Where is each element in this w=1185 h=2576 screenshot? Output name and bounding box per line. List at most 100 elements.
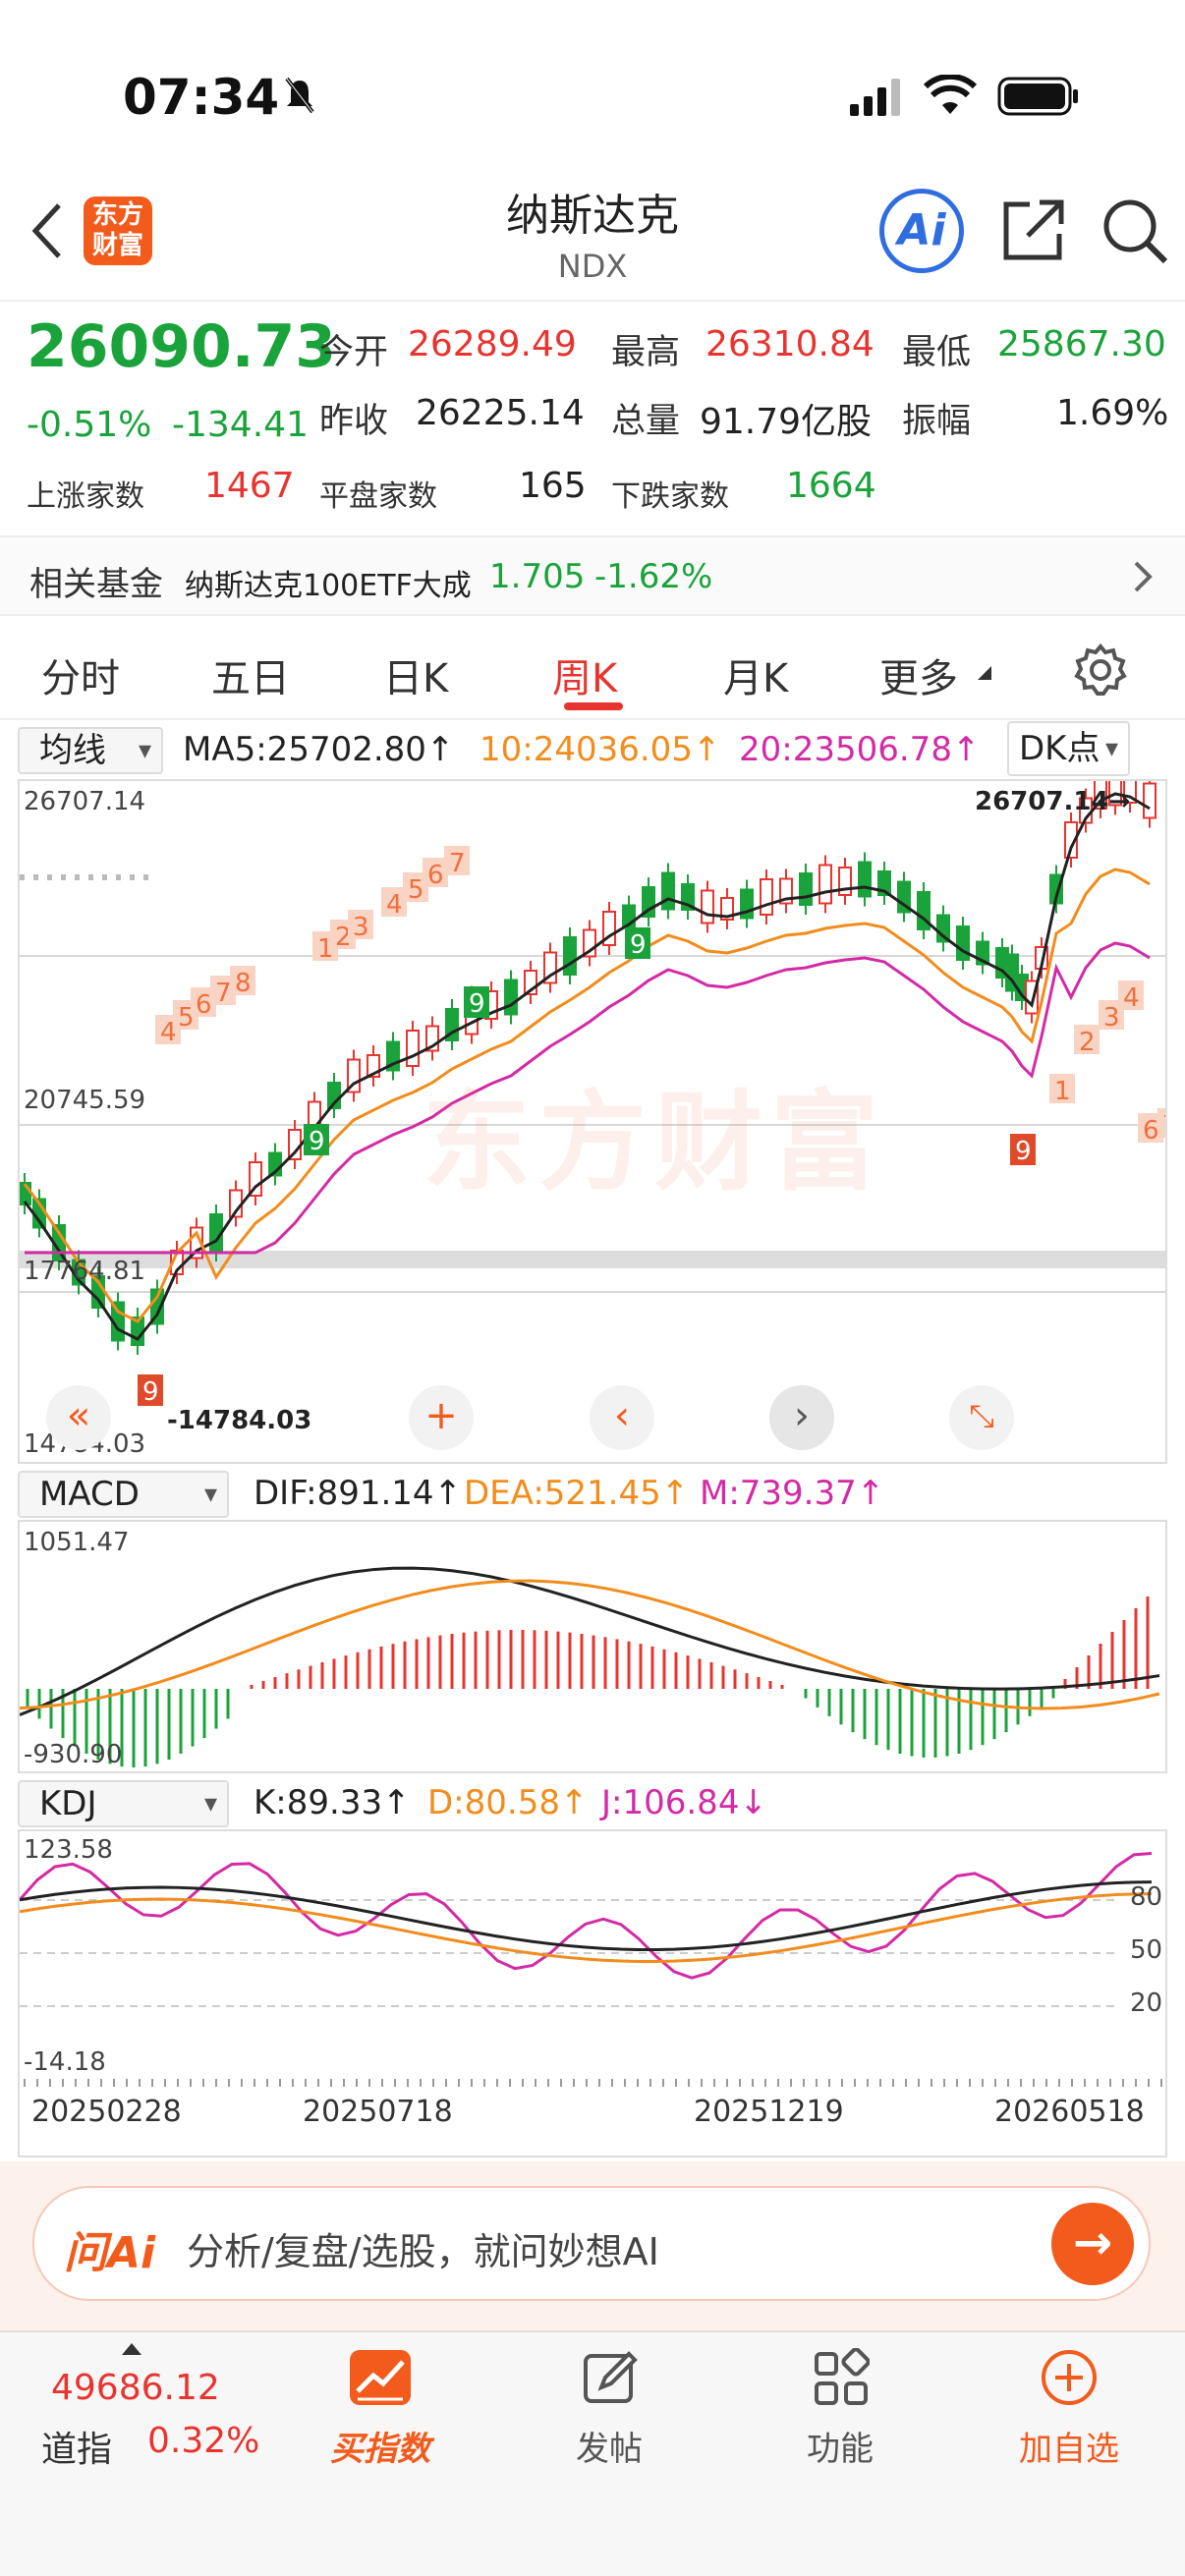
tab-minute[interactable]: 分时 <box>41 646 120 703</box>
macd-max-label: 1051.47 <box>24 1528 130 1557</box>
ai-button[interactable]: Ai <box>879 189 964 273</box>
candle <box>661 871 675 911</box>
dk-point-button[interactable]: DK点 <box>1007 721 1130 776</box>
status-time: 07:34 <box>123 69 280 126</box>
candle <box>1143 782 1157 819</box>
high-label: 最高 <box>611 333 681 372</box>
kdj-50-label: 50 <box>1130 1935 1163 1965</box>
add-watchlist-button[interactable]: 加自选 <box>1005 2348 1133 2470</box>
function-button[interactable]: 功能 <box>776 2347 904 2470</box>
down-count-label: 下跌家数 <box>611 479 729 514</box>
trend-chart-icon <box>350 2350 411 2405</box>
td-number: 1 <box>1054 1077 1071 1106</box>
td-number: 8 <box>235 969 252 998</box>
open-value: 26289.49 <box>408 324 577 364</box>
buy-index-button[interactable]: 买指数 <box>316 2348 444 2470</box>
ai-go-arrow-icon[interactable]: → <box>1051 2203 1134 2285</box>
td-number: 2 <box>1079 1028 1096 1057</box>
td-number: 7 <box>215 979 232 1008</box>
kdj-panel[interactable]: 123.58 -14.18 80 50 20 <box>18 1829 1167 2089</box>
prev-close-label: 昨收 <box>319 402 389 441</box>
signal-icon <box>850 79 900 116</box>
ai-search-input[interactable]: 问Ai 分析/复盘/选股，就问妙想AI <box>32 2186 1151 2301</box>
kline-panel[interactable]: 45678123456712346799999 东方财富 26707.14 20… <box>18 779 1167 1464</box>
kline-max-marker: 26707.14→ <box>975 787 1131 816</box>
td-number: 4 <box>1123 983 1140 1013</box>
prev-close-value: 26225.14 <box>416 393 585 433</box>
function-label: 功能 <box>807 2430 874 2469</box>
down-count-value: 1664 <box>786 466 876 506</box>
search-icon[interactable] <box>1100 196 1169 265</box>
mute-icon <box>285 77 314 114</box>
kdj-d: D:80.58↑ <box>427 1783 589 1822</box>
candle <box>760 878 773 916</box>
ticker-caret-icon <box>122 2343 141 2355</box>
tab-weekly-k[interactable]: 周K <box>552 646 617 703</box>
kdj-80-label: 80 <box>1130 1882 1163 1912</box>
settings-gear-icon[interactable] <box>1073 643 1128 698</box>
high-value: 26310.84 <box>705 324 875 364</box>
dow-name[interactable]: 道指 <box>41 2421 112 2472</box>
td-number: 6 <box>427 861 444 890</box>
date-label-2: 20250718 <box>303 2095 453 2129</box>
candle <box>563 936 577 976</box>
td-number: 4 <box>386 890 403 920</box>
amplitude-label: 振幅 <box>902 402 972 441</box>
macd-select[interactable]: MACD <box>18 1471 229 1518</box>
td-number: 6 <box>1143 1116 1159 1146</box>
td-9-number: 9 <box>469 989 485 1019</box>
status-bar: 07:34 <box>0 0 1185 177</box>
chart-next-button[interactable]: › <box>769 1385 834 1450</box>
candle <box>956 925 970 961</box>
td-9-number: 9 <box>630 930 647 960</box>
date-label-1: 20250228 <box>31 2095 182 2129</box>
post-label: 发帖 <box>576 2430 643 2469</box>
tab-monthly-k[interactable]: 月K <box>723 646 788 703</box>
td-number: 3 <box>353 913 369 942</box>
td-number: 5 <box>408 875 424 905</box>
share-icon[interactable] <box>1000 196 1067 263</box>
ma-select[interactable]: 均线 <box>18 727 163 774</box>
plus-circle-icon <box>1042 2350 1097 2405</box>
dow-pct[interactable]: 0.32% <box>147 2421 259 2461</box>
date-label-3: 20251219 <box>694 2095 844 2129</box>
kline-min-marker: -14784.03 <box>167 1406 312 1435</box>
macd-panel[interactable]: 1051.47 -930.90 <box>18 1520 1167 1773</box>
flat-count-value: 165 <box>519 466 587 506</box>
flat-count-label: 平盘家数 <box>319 479 437 514</box>
candle <box>406 1030 420 1067</box>
macd-dif: DIF:891.14↑ <box>254 1474 463 1513</box>
buy-index-label: 买指数 <box>330 2430 430 2469</box>
candle <box>504 979 518 1016</box>
tab-more[interactable]: 更多 <box>879 646 958 703</box>
chart-zoom-in-button[interactable]: + <box>409 1385 474 1450</box>
fund-label: 相关基金 <box>29 565 163 604</box>
td-number: 6 <box>196 990 212 1020</box>
ai-placeholder: 分析/复盘/选股，就问妙想AI <box>187 2230 659 2273</box>
chart-fullscreen-button[interactable]: ⤡ <box>949 1385 1014 1450</box>
tab-5day[interactable]: 五日 <box>211 646 290 703</box>
td-9-number: 9 <box>142 1377 159 1407</box>
active-tab-indicator <box>564 702 623 710</box>
dif-line <box>20 1566 1160 1716</box>
low-label: 最低 <box>902 333 972 372</box>
candle <box>818 864 832 905</box>
kline-max-label: 26707.14 <box>24 787 146 816</box>
fund-pct: -1.62% <box>594 557 713 596</box>
kdj-select[interactable]: KDJ <box>18 1780 229 1827</box>
macd-chart <box>20 1566 1160 1767</box>
post-button[interactable]: 发帖 <box>545 2348 673 2470</box>
ma5-value: MA5:25702.80↑ <box>183 730 455 769</box>
edit-icon <box>584 2351 638 2403</box>
chart-rewind-button[interactable]: « <box>46 1385 111 1450</box>
related-fund-row[interactable]: 相关基金 纳斯达克100ETF大成 1.705 -1.62% <box>0 535 1185 616</box>
more-caret-icon <box>978 666 991 680</box>
kdj-max-label: 123.58 <box>24 1835 113 1865</box>
td-number: 3 <box>1103 1003 1120 1033</box>
fund-price: 1.705 <box>489 557 586 596</box>
macd-min-label: -930.90 <box>24 1740 123 1769</box>
dow-value[interactable]: 49686.12 <box>51 2368 220 2408</box>
macd-m: M:739.37↑ <box>700 1474 885 1513</box>
tab-daily-k[interactable]: 日K <box>383 646 448 703</box>
chart-prev-button[interactable]: ‹ <box>590 1385 654 1450</box>
